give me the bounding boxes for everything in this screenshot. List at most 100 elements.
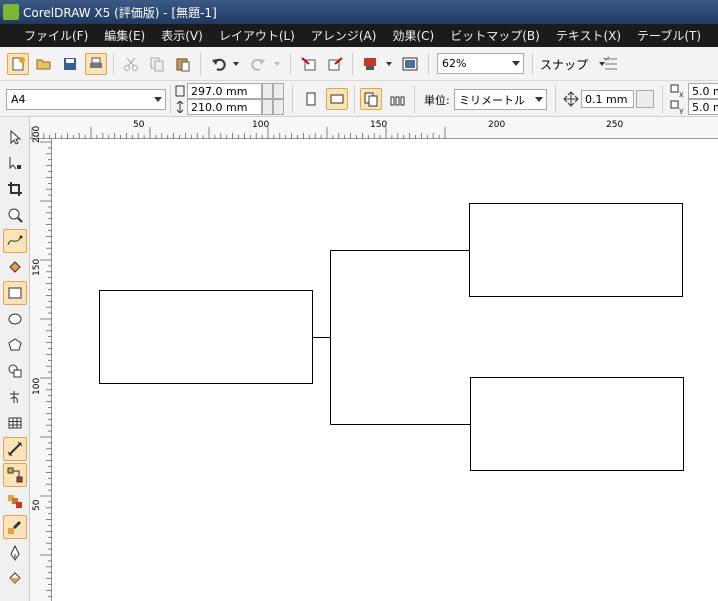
page-width-field[interactable]: 297.0 mm xyxy=(187,83,262,99)
ruler-label: 150 xyxy=(32,258,42,276)
bracket-connector-line[interactable] xyxy=(312,250,471,425)
save-icon[interactable] xyxy=(59,53,81,75)
zoom-level-value: 62% xyxy=(442,57,467,70)
menu-layout[interactable]: レイアウト(L) xyxy=(211,27,303,44)
nudge-move-icon xyxy=(563,91,579,107)
page-height-icon xyxy=(175,100,185,114)
page-height-stepper[interactable] xyxy=(262,99,273,115)
basic-shapes-tool-icon[interactable] xyxy=(3,359,27,383)
import-icon[interactable] xyxy=(298,53,320,75)
snap-label: スナップ xyxy=(540,57,589,72)
new-document-icon[interactable] xyxy=(7,53,29,75)
page-height-unit-stepper[interactable] xyxy=(273,99,284,115)
menu-arrange[interactable]: アレンジ(A) xyxy=(303,27,385,44)
menu-file[interactable]: ファイル(F) xyxy=(16,27,96,44)
upper-right-rectangle[interactable] xyxy=(469,203,683,297)
redo-icon[interactable] xyxy=(247,53,269,75)
outline-pen-tool-icon[interactable] xyxy=(3,541,27,565)
undo-dropdown-icon[interactable] xyxy=(232,60,240,68)
svg-text:y: y xyxy=(679,106,684,114)
menu-effects[interactable]: 効果(C) xyxy=(384,27,442,44)
current-page-icon[interactable] xyxy=(386,88,408,110)
ruler-label: 250 xyxy=(606,120,624,130)
page-size-select[interactable]: A4 xyxy=(6,89,166,110)
menu-tools[interactable]: ツ xyxy=(709,27,718,44)
ruler-label: 200 xyxy=(488,120,506,130)
text-tool-icon[interactable] xyxy=(3,385,27,409)
units-value: ミリメートル xyxy=(459,93,525,107)
blend-tool-icon[interactable] xyxy=(3,489,27,513)
open-folder-icon[interactable] xyxy=(33,53,55,75)
menu-edit[interactable]: 編集(E) xyxy=(96,27,153,44)
dimension-tool-icon[interactable] xyxy=(3,437,27,461)
landscape-icon[interactable] xyxy=(326,88,348,110)
toolbox xyxy=(0,117,30,601)
lower-right-rectangle[interactable] xyxy=(470,377,684,471)
page-size-value: A4 xyxy=(11,93,26,106)
ruler-label: 150 xyxy=(370,120,388,130)
chevron-down-icon xyxy=(154,97,162,102)
page-height-field[interactable]: 210.0 mm xyxy=(187,99,262,115)
crop-tool-icon[interactable] xyxy=(3,177,27,201)
menu-bar: ファイル(F) 編集(E) 表示(V) レイアウト(L) アレンジ(A) 効果(… xyxy=(0,24,718,47)
menu-view[interactable]: 表示(V) xyxy=(153,27,211,44)
shape-tool-icon[interactable] xyxy=(3,151,27,175)
units-label: 単位: xyxy=(424,94,450,107)
window-title: CorelDRAW X5 (評価版) - [無題-1] xyxy=(23,5,217,20)
fill-tool-icon[interactable] xyxy=(3,567,27,591)
portrait-icon[interactable] xyxy=(300,88,322,110)
page-width-unit-stepper[interactable] xyxy=(273,83,284,99)
smart-fill-tool-icon[interactable] xyxy=(3,255,27,279)
page-width-icon xyxy=(175,84,185,98)
duplicate-x-icon: x xyxy=(670,84,686,98)
ruler-label: 100 xyxy=(32,377,42,395)
vertical-ruler[interactable]: 200 150 100 50 xyxy=(30,126,52,601)
ruler-label: 100 xyxy=(252,120,270,130)
rectangle-tool-icon[interactable] xyxy=(3,281,27,305)
title-bar: CorelDRAW X5 (評価版) - [無題-1] xyxy=(0,0,718,24)
welcome-screen-icon[interactable] xyxy=(399,53,421,75)
duplicate-y-icon: y xyxy=(670,100,686,114)
chevron-down-icon xyxy=(535,97,543,102)
all-pages-icon[interactable] xyxy=(360,88,382,110)
paste-icon[interactable] xyxy=(172,53,194,75)
horizontal-ruler[interactable]: 50 100 150 200 250 xyxy=(30,117,718,139)
pick-tool-icon[interactable] xyxy=(3,125,27,149)
coreldraw-logo-icon xyxy=(3,4,19,20)
copy-icon[interactable] xyxy=(146,53,168,75)
ruler-label: 200 xyxy=(32,125,42,143)
application-launcher-icon[interactable] xyxy=(359,53,381,75)
table-tool-icon[interactable] xyxy=(3,411,27,435)
page-width-stepper[interactable] xyxy=(262,83,273,99)
ruler-label: 50 xyxy=(133,120,145,130)
duplicate-x-field[interactable]: 5.0 m xyxy=(688,83,718,99)
left-rectangle[interactable] xyxy=(99,290,313,384)
launcher-dropdown-icon[interactable] xyxy=(385,60,393,68)
menu-bitmaps[interactable]: ビットマップ(B) xyxy=(442,27,548,44)
zoom-tool-icon[interactable] xyxy=(3,203,27,227)
connector-tool-icon[interactable] xyxy=(3,463,27,487)
menu-text[interactable]: テキスト(X) xyxy=(548,27,629,44)
standard-toolbar: 62% スナップ xyxy=(0,47,718,81)
property-bar: A4 297.0 mm 210.0 mm 単位: ミリメートル 0.1 mm x… xyxy=(0,81,718,117)
svg-text:x: x xyxy=(679,90,684,98)
ellipse-tool-icon[interactable] xyxy=(3,307,27,331)
print-icon[interactable] xyxy=(85,53,107,75)
drawing-canvas[interactable] xyxy=(52,139,718,601)
duplicate-y-field[interactable]: 5.0 m xyxy=(688,99,718,115)
cut-icon[interactable] xyxy=(120,53,142,75)
export-icon[interactable] xyxy=(324,53,346,75)
zoom-level-select[interactable]: 62% xyxy=(437,53,524,74)
ruler-label: 50 xyxy=(32,499,42,511)
options-checklist-icon[interactable] xyxy=(600,53,622,75)
snap-to-button[interactable]: スナップ xyxy=(540,55,608,73)
redo-dropdown-icon[interactable] xyxy=(273,60,281,68)
undo-icon[interactable] xyxy=(208,53,230,75)
eyedropper-tool-icon[interactable] xyxy=(3,515,27,539)
nudge-distance-stepper[interactable] xyxy=(636,90,654,108)
units-select[interactable]: ミリメートル xyxy=(454,89,547,110)
polygon-tool-icon[interactable] xyxy=(3,333,27,357)
freehand-tool-icon[interactable] xyxy=(3,229,27,253)
menu-table[interactable]: テーブル(T) xyxy=(629,27,709,44)
nudge-distance-field[interactable]: 0.1 mm xyxy=(581,90,634,108)
